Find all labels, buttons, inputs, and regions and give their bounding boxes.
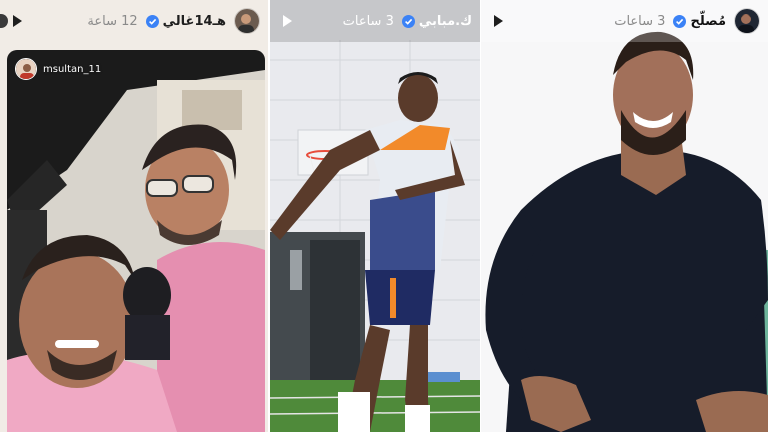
salah-smiling-photo [481, 0, 768, 432]
story-2-time: 3 ساعات [342, 13, 394, 29]
story-3-avatar[interactable] [734, 8, 760, 34]
story-2-username[interactable]: ك.مبابي [419, 14, 472, 29]
shared-story-photo[interactable]: msultan_11 [7, 50, 265, 432]
story-1-avatar[interactable] [234, 8, 260, 34]
play-icon[interactable] [8, 12, 26, 30]
story-card-2[interactable]: ك.مبابي 3 ساعات [270, 0, 480, 432]
story-2-header: ك.مبابي 3 ساعات [270, 0, 480, 42]
story-card-1[interactable]: هـ14غالي 12 ساعة msultan_11 [0, 0, 268, 432]
story-1-time: 12 ساعة [87, 13, 138, 29]
verified-badge-icon [673, 14, 687, 28]
stories-strip: هـ14غالي 12 ساعة msultan_11 ك.مبابي 3 سا… [0, 0, 768, 432]
story-card-3[interactable]: مُصلّح 3 ساعات [481, 0, 768, 432]
shared-story-header: msultan_11 [15, 58, 101, 80]
mbappe-training-photo [270, 0, 480, 432]
story-3-time: 3 ساعات [614, 13, 666, 29]
story-1-header: هـ14غالي 12 ساعة [0, 0, 268, 42]
play-icon[interactable] [489, 12, 507, 30]
shared-story-username[interactable]: msultan_11 [43, 64, 101, 75]
story-3-header: مُصلّح 3 ساعات [481, 0, 768, 42]
verified-badge-icon [401, 14, 415, 28]
play-icon[interactable] [278, 12, 296, 30]
shared-story-avatar[interactable] [15, 58, 37, 80]
story-3-username[interactable]: مُصلّح [690, 14, 726, 29]
selfie-photo [7, 50, 265, 432]
story-1-username[interactable]: هـ14غالي [163, 14, 226, 29]
verified-badge-icon [145, 14, 159, 28]
